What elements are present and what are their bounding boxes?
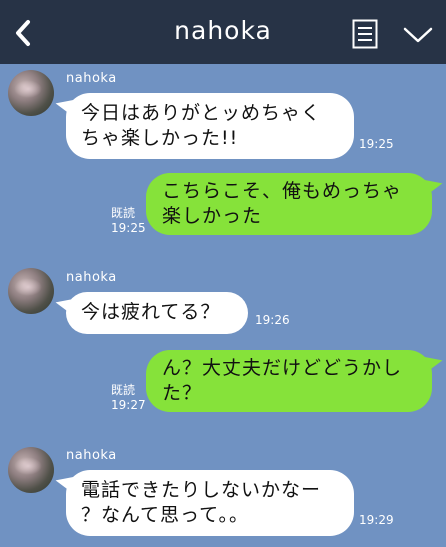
message-line: ？なんて思って。。 — [81, 504, 250, 526]
message-line: 今は疲れてる？ — [81, 301, 221, 323]
message-bubble-incoming[interactable]: 電話できたりしないかなー ？なんて思って。。 — [66, 470, 354, 536]
avatar[interactable] — [8, 447, 54, 493]
message-time: 19:27 — [111, 398, 146, 412]
message-bubble-outgoing[interactable]: こちらこそ、俺もめっちゃ 楽しかった — [146, 173, 432, 235]
message-line: 今日はありがとッめちゃく — [81, 102, 322, 124]
sender-name: nahoka — [66, 71, 117, 86]
message-line: た？ — [162, 382, 203, 404]
note-list-icon — [352, 19, 378, 49]
read-receipt: 既読 19:25 — [111, 206, 146, 236]
message-line: こちらこそ、俺もめっちゃ — [162, 180, 403, 202]
chevron-down-icon — [403, 27, 433, 43]
notes-button[interactable] — [352, 19, 378, 49]
read-label: 既読 — [111, 206, 136, 220]
chat-header: nahoka — [0, 0, 446, 64]
message-time: 19:25 — [111, 221, 146, 235]
message-time: 19:26 — [255, 313, 290, 327]
message-line: 楽しかった — [162, 205, 263, 227]
avatar[interactable] — [8, 268, 54, 314]
dropdown-button[interactable] — [402, 24, 434, 46]
sender-name: nahoka — [66, 448, 117, 463]
sender-name: nahoka — [66, 270, 117, 285]
read-receipt: 既読 19:27 — [111, 383, 146, 413]
message-line: ちゃ楽しかった!! — [81, 127, 239, 149]
message-bubble-outgoing[interactable]: ん？大丈夫だけどどうかし た？ — [146, 350, 432, 412]
message-time: 19:29 — [359, 513, 394, 527]
message-time: 19:25 — [359, 137, 394, 151]
message-line: ん？大丈夫だけどどうかし — [162, 357, 403, 379]
message-bubble-incoming[interactable]: 今日はありがとッめちゃく ちゃ楽しかった!! — [66, 93, 354, 159]
message-line: 電話できたりしないかなー — [81, 479, 322, 501]
read-label: 既読 — [111, 383, 136, 397]
chat-title: nahoka — [174, 16, 272, 45]
avatar[interactable] — [8, 70, 54, 116]
message-bubble-incoming[interactable]: 今は疲れてる？ — [66, 292, 248, 334]
